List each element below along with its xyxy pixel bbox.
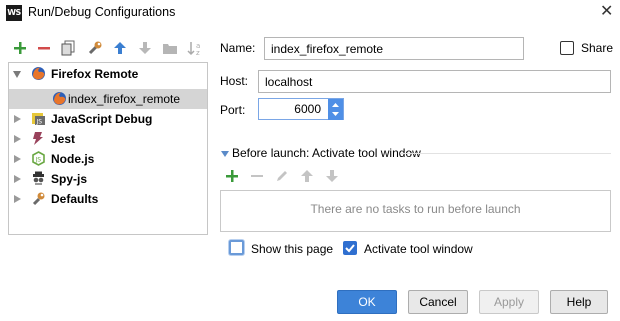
chevron-up-icon[interactable] xyxy=(332,103,339,107)
copy-icon[interactable] xyxy=(60,39,77,56)
tree-item-label: Firefox Remote xyxy=(51,67,139,81)
share-checkbox[interactable] xyxy=(560,41,574,55)
expand-arrow-icon[interactable] xyxy=(14,175,21,183)
remove-icon[interactable] xyxy=(35,39,52,56)
remove-task-icon[interactable] xyxy=(250,169,264,186)
tree-item-label: Defaults xyxy=(51,192,99,206)
before-launch-tasks-list[interactable]: There are no tasks to run before launch xyxy=(220,190,611,232)
apply-button[interactable]: Apply xyxy=(479,290,539,314)
chevron-down-icon[interactable] xyxy=(332,112,339,116)
firefox-icon xyxy=(53,92,66,105)
move-up-icon[interactable] xyxy=(111,39,128,56)
empty-tasks-message: There are no tasks to run before launch xyxy=(310,202,521,216)
show-page-checkbox[interactable] xyxy=(229,240,244,255)
activate-tool-window-label: Activate tool window xyxy=(364,242,473,256)
expand-arrow-icon[interactable] xyxy=(14,195,21,203)
ok-button[interactable]: OK xyxy=(337,290,397,314)
tree-item-javascript-debug[interactable]: JS JavaScript Debug xyxy=(9,109,207,129)
port-label: Port: xyxy=(220,103,246,117)
checkmark-icon xyxy=(345,244,355,253)
tree-item-label: JavaScript Debug xyxy=(51,112,153,126)
tree-item-jest[interactable]: Jest xyxy=(9,129,207,149)
before-launch-header[interactable]: Before launch: Activate tool window xyxy=(232,146,421,160)
tree-item-index-firefox-remote[interactable]: index_firefox_remote xyxy=(9,89,207,109)
jest-icon xyxy=(33,132,43,145)
title-bar: WS Run/Debug Configurations ✕ xyxy=(0,0,620,26)
add-icon[interactable] xyxy=(11,39,28,56)
show-page-label: Show this page xyxy=(251,242,334,256)
port-spin-buttons[interactable] xyxy=(328,99,343,120)
tree-item-label: index_firefox_remote xyxy=(68,92,181,106)
firefox-icon xyxy=(32,67,45,80)
host-label: Host: xyxy=(220,74,249,88)
move-task-down-icon[interactable] xyxy=(325,169,339,186)
cancel-button[interactable]: Cancel xyxy=(408,290,468,314)
spy-js-icon xyxy=(33,171,44,185)
sort-icon[interactable]: az xyxy=(186,39,203,56)
tree-item-label: Spy-js xyxy=(51,172,88,186)
host-field[interactable] xyxy=(258,70,611,93)
expand-arrow-icon[interactable] xyxy=(14,155,21,163)
tree-item-label: Node.js xyxy=(51,152,95,166)
name-label: Name: xyxy=(220,41,256,55)
folder-icon[interactable] xyxy=(161,39,178,56)
nodejs-icon: JS xyxy=(32,151,45,166)
tree-item-spy-js[interactable]: Spy-js xyxy=(9,169,207,189)
add-task-icon[interactable] xyxy=(225,169,239,186)
webstorm-app-icon: WS xyxy=(6,5,22,21)
svg-text:JS: JS xyxy=(36,119,43,126)
tree-item-label: Jest xyxy=(51,132,76,146)
collapse-arrow-icon[interactable] xyxy=(221,151,229,157)
window-title: Run/Debug Configurations xyxy=(28,5,176,19)
svg-text:JS: JS xyxy=(35,157,42,164)
expand-arrow-icon[interactable] xyxy=(13,71,21,78)
expand-arrow-icon[interactable] xyxy=(14,115,21,123)
edit-task-icon[interactable] xyxy=(275,169,289,186)
share-label: Share xyxy=(581,41,614,55)
expand-arrow-icon[interactable] xyxy=(14,135,21,143)
port-value[interactable]: 6000 xyxy=(259,102,321,116)
wrench-icon xyxy=(32,192,45,206)
move-task-up-icon[interactable] xyxy=(300,169,314,186)
tree-item-firefox-remote[interactable]: Firefox Remote xyxy=(9,64,207,84)
port-stepper[interactable]: 6000 xyxy=(258,98,344,120)
section-divider xyxy=(400,153,611,154)
wrench-icon[interactable] xyxy=(86,39,103,56)
svg-text:z: z xyxy=(196,49,200,56)
name-field[interactable] xyxy=(264,37,524,60)
move-down-icon[interactable] xyxy=(136,39,153,56)
activate-tool-window-checkbox[interactable] xyxy=(343,241,357,255)
javascript-debug-icon: JS xyxy=(32,113,45,126)
configuration-tree[interactable]: Firefox Remote index_firefox_remote JS J… xyxy=(8,62,208,235)
close-icon[interactable]: ✕ xyxy=(600,3,613,21)
help-button[interactable]: Help xyxy=(550,290,608,314)
tree-item-defaults[interactable]: Defaults xyxy=(9,189,207,209)
tree-item-nodejs[interactable]: JS Node.js xyxy=(9,149,207,169)
